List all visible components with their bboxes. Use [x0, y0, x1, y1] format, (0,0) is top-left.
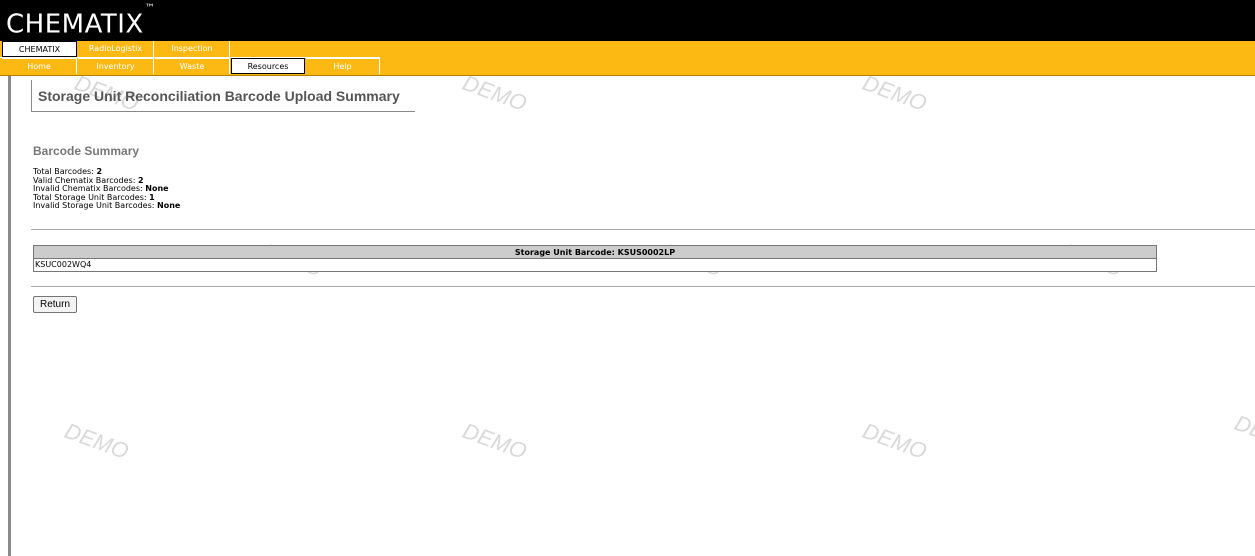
watermark: DEMO: [859, 418, 931, 465]
section-title: Barcode Summary: [33, 144, 140, 158]
tab-chematix[interactable]: CHEMATIX: [2, 41, 77, 57]
tab-home[interactable]: Home: [2, 58, 77, 74]
tab-resources[interactable]: Resources: [231, 58, 305, 74]
table-row: KSUC002WQ4: [34, 259, 1156, 271]
divider: [31, 286, 1255, 287]
barcode-summary: Total Barcodes: 2 Valid Chematix Barcode…: [33, 167, 181, 211]
return-button[interactable]: Return: [33, 296, 77, 313]
left-border: [0, 76, 11, 556]
tab-waste[interactable]: Waste: [155, 58, 230, 74]
tab-inventory[interactable]: Inventory: [78, 58, 154, 74]
watermark: DEMO: [459, 70, 531, 117]
watermark: DEMO: [859, 70, 931, 117]
watermark: DEMO: [1231, 410, 1255, 457]
tab-radiologistix[interactable]: RadioLogistix: [78, 41, 154, 57]
title-underline: [31, 111, 415, 112]
watermark: DEMO: [61, 418, 133, 465]
table-header: Storage Unit Barcode: KSUS0002LP: [34, 246, 1156, 259]
divider: [31, 229, 1255, 230]
summary-row: Invalid Storage Unit Barcodes: None: [33, 201, 181, 211]
tab-inspection[interactable]: Inspection: [155, 41, 230, 57]
page-title: Storage Unit Reconciliation Barcode Uplo…: [38, 88, 400, 104]
tab-help[interactable]: Help: [306, 58, 380, 74]
storage-unit-table: Storage Unit Barcode: KSUS0002LP KSUC002…: [33, 245, 1157, 272]
app-header: CHEMATIX™: [0, 0, 1255, 41]
title-frame: [31, 80, 32, 112]
chematix-logo: CHEMATIX™: [6, 3, 156, 40]
watermark: DEMO: [459, 418, 531, 465]
